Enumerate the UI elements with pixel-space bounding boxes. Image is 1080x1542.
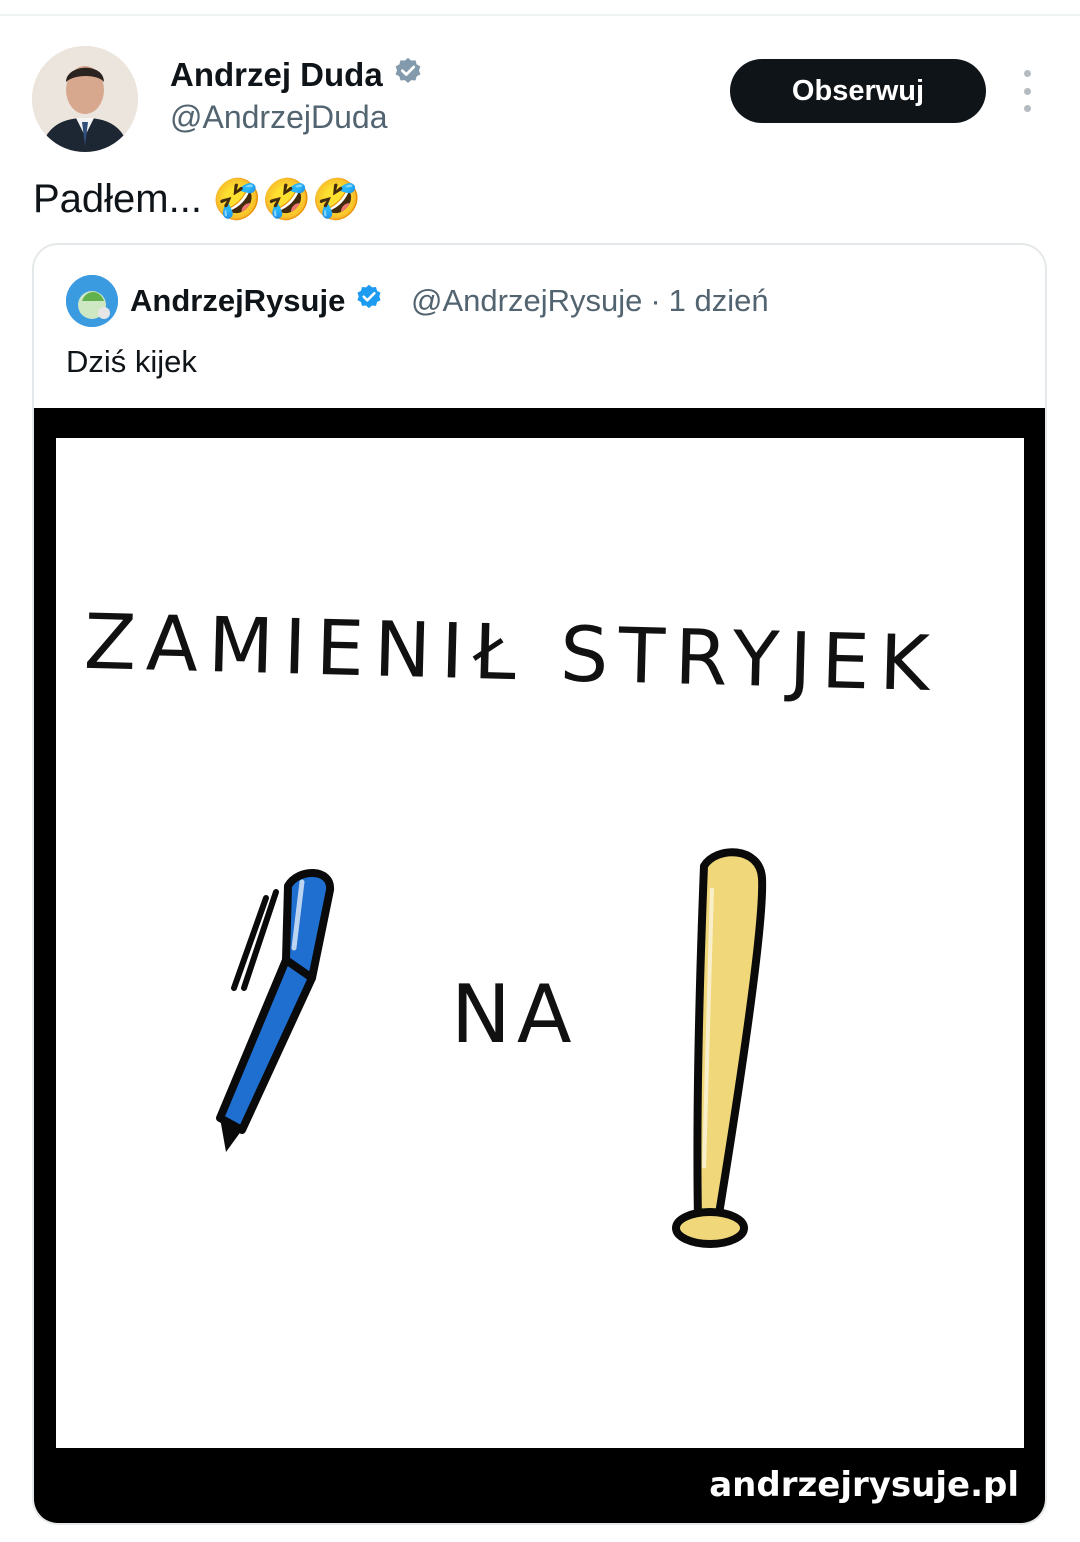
author-handle[interactable]: @AndrzejDuda xyxy=(170,99,387,136)
quote-avatar[interactable] xyxy=(66,275,118,327)
author-name[interactable]: Andrzej Duda xyxy=(170,56,423,94)
rofl-emoji: 🤣 xyxy=(211,178,262,222)
author-name-text[interactable]: Andrzej Duda xyxy=(170,56,383,94)
rofl-emoji: 🤣 xyxy=(311,178,362,222)
top-divider xyxy=(0,14,1080,16)
avatar[interactable] xyxy=(32,46,138,152)
quote-meta: @AndrzejRysuje · 1 dzień xyxy=(411,283,769,319)
tweet-text: Padłem... 🤣 🤣 🤣 xyxy=(33,176,361,223)
quote-time[interactable]: 1 dzień xyxy=(669,283,769,319)
quote-handle[interactable]: @AndrzejRysuje xyxy=(411,283,642,319)
quote-text: Dziś kijek xyxy=(66,344,197,379)
quote-author-name-text[interactable]: AndrzejRysuje xyxy=(130,283,345,319)
rofl-emoji: 🤣 xyxy=(261,178,312,222)
meta-separator: · xyxy=(650,283,661,318)
quote-author-name[interactable]: AndrzejRysuje xyxy=(130,283,383,319)
quoted-tweet-card[interactable]: AndrzejRysuje @AndrzejRysuje · 1 dzień D… xyxy=(32,243,1047,1525)
follow-button[interactable]: Obserwuj xyxy=(730,59,986,123)
more-options-icon[interactable] xyxy=(1012,70,1042,112)
tweet-text-body: Padłem... xyxy=(33,177,202,221)
verified-icon xyxy=(355,283,383,319)
emoji-group: 🤣 🤣 🤣 xyxy=(212,176,361,223)
comic-text-line2: NA xyxy=(451,968,578,1061)
watermark: andrzejrysuje.pl xyxy=(709,1465,1019,1505)
pen-drawing xyxy=(216,869,334,1152)
comic-panel: ZAMIENIŁ STRYJEK NA xyxy=(56,438,1024,1448)
quote-image[interactable]: ZAMIENIŁ STRYJEK NA andrzejrysuje.pl xyxy=(34,408,1045,1523)
verified-icon xyxy=(393,56,423,94)
comic-text-line1: ZAMIENIŁ STRYJEK xyxy=(82,596,941,709)
baseball-bat-drawing xyxy=(672,848,767,1248)
